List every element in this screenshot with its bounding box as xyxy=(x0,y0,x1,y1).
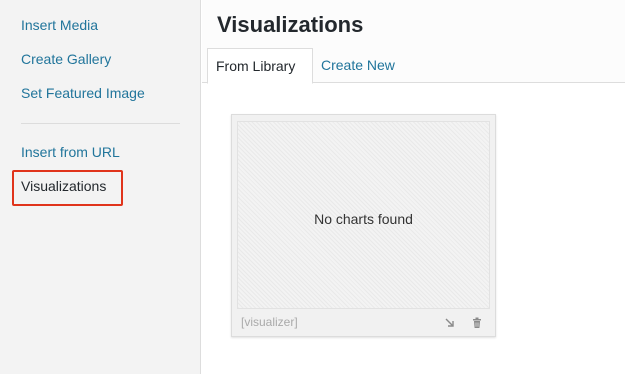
sidebar-item-visualizations[interactable]: Visualizations xyxy=(21,178,106,194)
trash-icon[interactable] xyxy=(471,317,483,329)
page-title: Visualizations xyxy=(217,12,364,37)
resize-arrow-icon[interactable] xyxy=(444,317,456,329)
sidebar-item-insert-media[interactable]: Insert Media xyxy=(21,17,98,33)
sidebar-item-create-gallery[interactable]: Create Gallery xyxy=(21,51,111,67)
frame-header: Visualizations From Library Create New xyxy=(202,0,625,84)
empty-state-message: No charts found xyxy=(314,211,413,227)
sidebar-item-insert-from-url[interactable]: Insert from URL xyxy=(21,144,120,160)
sidebar-item-set-featured-image[interactable]: Set Featured Image xyxy=(21,85,145,101)
chart-shortcode: [visualizer] xyxy=(241,315,298,329)
media-sidebar: Insert Media Create Gallery Set Featured… xyxy=(0,0,201,374)
chart-preview-area: No charts found xyxy=(237,121,490,309)
tab-from-library[interactable]: From Library xyxy=(207,48,313,84)
tab-create-new[interactable]: Create New xyxy=(313,48,403,84)
media-frame-content: Visualizations From Library Create New N… xyxy=(202,0,625,374)
sidebar-separator xyxy=(21,123,180,124)
chart-library-card[interactable]: No charts found [visualizer] xyxy=(231,114,496,337)
